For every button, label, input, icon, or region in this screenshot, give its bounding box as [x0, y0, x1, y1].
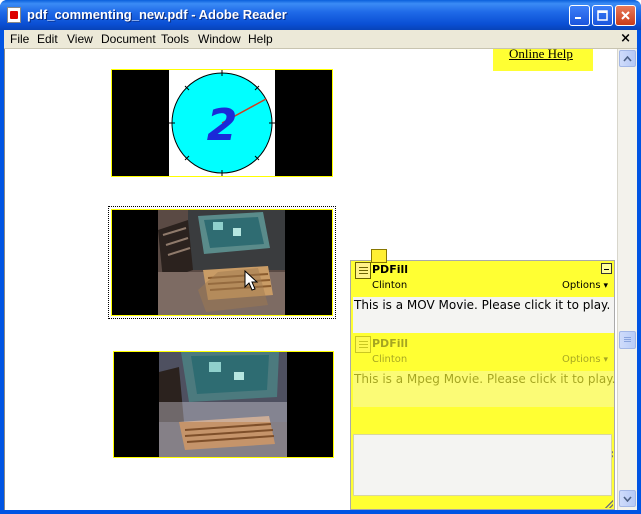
chevron-up-icon	[623, 55, 632, 62]
scroll-down-button[interactable]	[619, 490, 636, 507]
menu-edit[interactable]: Edit	[37, 32, 58, 46]
mov-movie[interactable]	[108, 206, 336, 319]
minimize-note-button[interactable]	[601, 263, 612, 274]
empty-note-body[interactable]	[353, 434, 612, 496]
window-title: pdf_commenting_new.pdf - Adobe Reader	[27, 7, 287, 22]
comment-note-mov: PDFill Clinton Options This is a MOV Mov…	[351, 261, 616, 333]
note-options-menu[interactable]: Options	[562, 280, 608, 291]
clock-media[interactable]: 2	[111, 69, 333, 177]
note-text[interactable]: This is a Mpeg Movie. Please click it to…	[353, 371, 615, 407]
note-user: Clinton	[372, 280, 408, 291]
maximize-icon	[597, 10, 608, 21]
note-options-menu[interactable]: Options	[562, 354, 608, 365]
menu-window[interactable]: Window	[198, 32, 241, 46]
mpeg-movie[interactable]	[113, 351, 334, 458]
menu-help[interactable]: Help	[248, 32, 273, 46]
menu-bar: File Edit View Document Tools Window Hel…	[4, 30, 637, 49]
pdf-icon	[7, 7, 21, 23]
comment-note-mpeg: PDFill Clinton Options This is a Mpeg Mo…	[351, 335, 616, 407]
minimize-icon	[575, 17, 581, 19]
maximize-button[interactable]	[592, 5, 613, 26]
online-help-link[interactable]: Online Help	[509, 49, 573, 62]
title-bar[interactable]: pdf_commenting_new.pdf - Adobe Reader	[0, 0, 641, 30]
clock-icon: 2	[169, 70, 275, 176]
chevron-down-icon	[623, 495, 632, 502]
minimize-button[interactable]	[569, 5, 590, 26]
mpeg-video-frame	[159, 352, 287, 457]
note-user: Clinton	[372, 354, 408, 365]
document-area[interactable]: Online Help 2 PDFill Clinton Options ▾ T…	[4, 49, 617, 510]
note-header[interactable]: PDFill Clinton Options	[351, 261, 616, 297]
document-close-icon[interactable]: ×	[620, 31, 631, 46]
note-author: PDFill	[372, 263, 409, 276]
pointer-cursor-icon	[244, 270, 259, 291]
mov-video-frame	[158, 210, 285, 315]
note-text[interactable]: This is a MOV Movie. Please click it to …	[353, 297, 614, 333]
sticky-note-icon[interactable]	[371, 249, 387, 263]
vertical-scrollbar[interactable]	[617, 49, 637, 510]
note-icon	[355, 336, 371, 353]
note-header[interactable]: PDFill Clinton Options	[351, 335, 616, 371]
app-window: pdf_commenting_new.pdf - Adobe Reader Fi…	[0, 0, 641, 514]
menu-tools[interactable]: Tools	[161, 32, 189, 46]
window-bottom-border	[0, 510, 641, 514]
scrollbar-thumb[interactable]	[619, 331, 636, 349]
close-button[interactable]	[615, 5, 636, 26]
menu-document[interactable]: Document	[101, 32, 156, 46]
scroll-up-button[interactable]	[619, 50, 636, 67]
comment-popup-panel: PDFill Clinton Options This is a MOV Mov…	[350, 260, 615, 510]
resize-grip-icon[interactable]	[605, 500, 613, 508]
online-help-box: Online Help	[493, 49, 593, 71]
note-author: PDFill	[372, 337, 409, 350]
close-icon	[621, 11, 630, 20]
menu-view[interactable]: View	[67, 32, 93, 46]
clock-digit: 2	[207, 100, 238, 151]
menu-file[interactable]: File	[10, 32, 29, 46]
note-icon	[355, 262, 371, 279]
